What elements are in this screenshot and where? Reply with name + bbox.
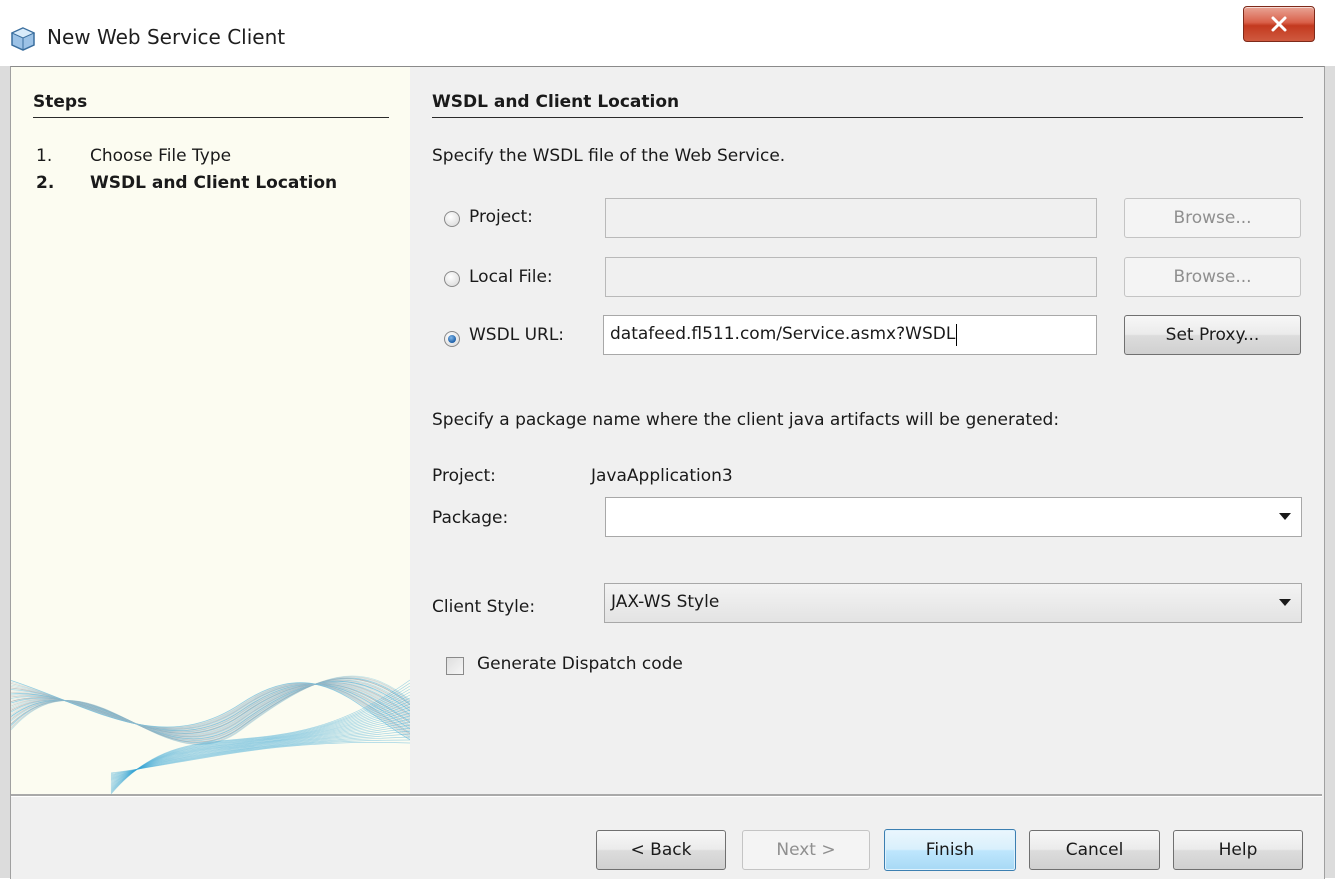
close-icon [1271, 16, 1287, 32]
client-style-combobox[interactable]: JAX-WS Style [604, 583, 1302, 623]
steps-divider [33, 117, 389, 118]
content-panel [410, 67, 1321, 794]
section-heading: WSDL and Client Location [432, 92, 680, 112]
cancel-button[interactable]: Cancel [1029, 830, 1160, 870]
local-file-field[interactable] [605, 257, 1097, 297]
cube-icon [10, 26, 36, 52]
step-choose-file-type: Choose File Type [90, 146, 232, 166]
chevron-down-icon [1279, 599, 1291, 606]
step-wsdl-client-location: WSDL and Client Location [90, 173, 338, 193]
local-file-radio[interactable] [444, 271, 460, 287]
browse-local-file-button[interactable]: Browse... [1124, 257, 1301, 297]
browse-project-button[interactable]: Browse... [1124, 198, 1301, 238]
help-button[interactable]: Help [1173, 830, 1303, 870]
section-divider [432, 117, 1303, 118]
close-button[interactable] [1243, 6, 1315, 42]
wsdl-prompt: Specify the WSDL file of the Web Service… [432, 146, 786, 166]
step-number-2: 2. [36, 173, 55, 193]
wsdl-url-radio-label: WSDL URL: [469, 325, 565, 345]
dispatch-checkbox-label: Generate Dispatch code [477, 654, 683, 674]
package-prompt: Specify a package name where the client … [432, 410, 1060, 430]
client-style-label: Client Style: [432, 597, 536, 617]
window-title: New Web Service Client [47, 25, 286, 49]
package-label: Package: [432, 508, 509, 528]
chevron-down-icon [1279, 513, 1291, 520]
wsdl-url-field[interactable]: datafeed.fl511.com/Service.asmx?WSDL [603, 315, 1097, 355]
wsdl-url-radio[interactable] [444, 331, 460, 347]
project-field[interactable] [605, 198, 1097, 238]
project-value: JavaApplication3 [591, 466, 733, 486]
dispatch-checkbox[interactable] [446, 657, 464, 675]
project-radio[interactable] [444, 211, 460, 227]
project-label: Project: [432, 466, 496, 486]
step-number-1: 1. [36, 146, 53, 166]
steps-heading: Steps [33, 92, 88, 112]
text-caret [956, 323, 958, 346]
back-button[interactable]: < Back [596, 830, 726, 870]
set-proxy-button[interactable]: Set Proxy... [1124, 315, 1301, 355]
finish-button[interactable]: Finish [884, 829, 1016, 871]
package-combobox[interactable] [605, 497, 1302, 537]
local-file-radio-label: Local File: [469, 267, 553, 287]
footer-divider [11, 794, 1322, 797]
wave-decoration [10, 580, 411, 795]
next-button[interactable]: Next > [742, 830, 870, 870]
project-radio-label: Project: [469, 207, 533, 227]
